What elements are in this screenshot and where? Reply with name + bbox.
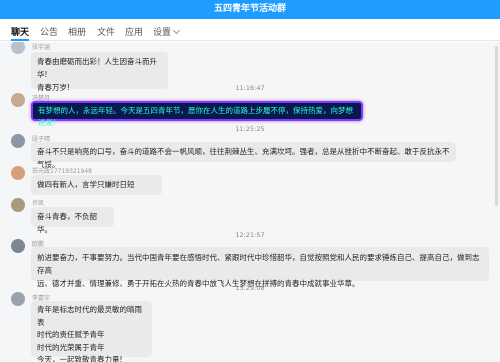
message-bubble[interactable]: 奋斗青春，不负韶华。 xyxy=(31,207,114,234)
avatar[interactable] xyxy=(11,42,25,54)
message-bubble[interactable]: 青年是标志时代的最灵敏的晴雨表 时代的责任赋予青年 时代的光荣属于青年 今天，一… xyxy=(31,301,152,362)
timestamp: 11:16:47 xyxy=(235,84,265,92)
avatar[interactable] xyxy=(11,134,25,148)
message-line: 今天，一起致敬青春力量! xyxy=(37,355,123,362)
avatar[interactable] xyxy=(11,93,25,107)
timestamp: 11:25:25 xyxy=(235,125,265,133)
active-tab-indicator xyxy=(11,39,29,41)
timestamp: 12:21:57 xyxy=(235,231,265,239)
chat-area[interactable]: 张宇涵 青春由磨砺而出彩！人生因奋斗而升华! 青春万岁! 11:16:47 冯楚… xyxy=(0,42,500,362)
scrollbar[interactable] xyxy=(495,46,498,206)
message-line: 做四有新人，言学只嫌时日短 xyxy=(37,180,135,189)
message-bubble[interactable]: 做四有新人，言学只嫌时日短 xyxy=(31,175,162,195)
message-line: 奋斗不只是响亮的口号，奋斗的道路不会一帆风顺，往往荆棘丛生、充满坎坷。强者，总是… xyxy=(37,147,450,169)
tab-apps[interactable]: 应用 xyxy=(125,25,143,38)
tab-settings-label: 设置 xyxy=(153,28,172,38)
tab-files[interactable]: 文件 xyxy=(97,25,115,38)
timestamp: 13:29:08 xyxy=(235,284,265,292)
avatar[interactable] xyxy=(11,166,25,180)
chevron-down-icon xyxy=(172,26,181,35)
avatar[interactable] xyxy=(11,239,25,253)
message-line: 青春由磨砺而出彩！人生因奋斗而升华! xyxy=(37,57,157,79)
sender-name: 郑元政17719321948 xyxy=(32,168,92,175)
sender-name: 许凯 xyxy=(32,200,45,207)
sender-name: 张宇涵 xyxy=(32,44,51,51)
avatar[interactable] xyxy=(11,198,25,212)
message-line: 时代的光荣属于青年 xyxy=(37,342,105,352)
tab-chat[interactable]: 聊天 xyxy=(11,25,29,38)
message-line: 时代的责任赋予青年 xyxy=(37,330,105,339)
avatar[interactable] xyxy=(11,292,25,306)
tab-bar: 聊天 公告 相册 文件 应用 设置 xyxy=(0,19,500,41)
tab-settings[interactable]: 设置 xyxy=(153,25,181,38)
message-line: 前进要奋力，干事要努力。当代中国青年要在感悟时代、紧跟时代中珍惜韶华，自觉按照党… xyxy=(37,253,480,275)
tab-album[interactable]: 相册 xyxy=(68,25,86,38)
message-bubble[interactable]: 前进要奋力，干事要努力。当代中国青年要在感悟时代、紧跟时代中珍惜韶华，自觉按照党… xyxy=(31,247,489,288)
message-line: 青年是标志时代的最灵敏的晴雨表 xyxy=(37,305,142,327)
message-bubble[interactable]: 奋斗不只是响亮的口号，奋斗的道路不会一帆风顺，往往荆棘丛生、充满坎坷。强者，总是… xyxy=(31,142,456,169)
tab-announcements[interactable]: 公告 xyxy=(40,25,58,38)
window-title: 五四青年节活动群 xyxy=(0,0,500,19)
message-bubble[interactable]: 有梦想的人，永远年轻。今天是五四青年节，愿你在人生的道路上步履不停，保持热爱，向… xyxy=(31,101,363,127)
